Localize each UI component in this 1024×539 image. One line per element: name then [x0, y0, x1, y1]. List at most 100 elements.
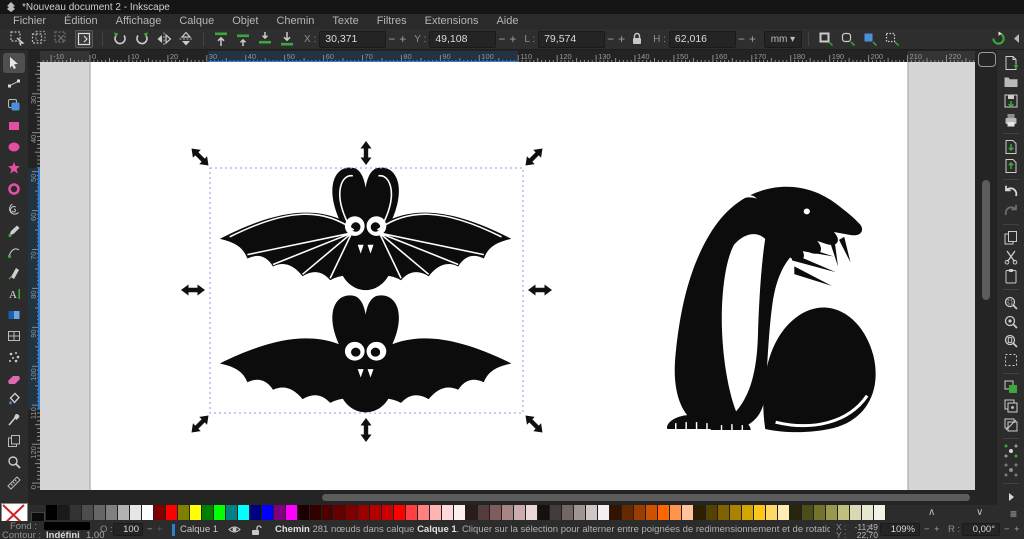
stroke-value[interactable]: Indéfini	[46, 530, 80, 539]
color-swatch-d9d9b3[interactable]	[850, 505, 862, 520]
rotate-90-cw-button[interactable]	[134, 31, 150, 47]
color-swatch-4d4d1a[interactable]	[802, 505, 814, 520]
drawing-canvas[interactable]	[40, 62, 975, 490]
y-field[interactable]: 49,108	[429, 31, 496, 48]
scale-corners-button[interactable]	[840, 31, 856, 47]
menu-calque[interactable]: Calque	[170, 14, 223, 29]
tool-star[interactable]	[3, 158, 25, 178]
color-swatch-ff6600[interactable]	[658, 505, 670, 520]
vertical-scrollbar-thumb[interactable]	[982, 180, 990, 300]
menu-chemin[interactable]: Chemin	[267, 14, 323, 29]
layer-visibility-icon[interactable]	[228, 524, 241, 538]
height-field[interactable]: 62,016	[669, 31, 736, 48]
rotation-field[interactable]: 0,00°	[962, 523, 1000, 536]
toggle-selection-cue-button[interactable]	[75, 30, 93, 48]
tool-dropper[interactable]	[3, 410, 25, 430]
zoom-field[interactable]: 109%	[880, 523, 920, 536]
color-swatch-d4a500[interactable]	[742, 505, 754, 520]
command-snap-bounding-box[interactable]	[1002, 443, 1020, 459]
raise-button[interactable]	[235, 31, 251, 47]
color-swatch-a68585[interactable]	[502, 505, 514, 520]
command-paste[interactable]	[1002, 268, 1020, 284]
current-layer-label[interactable]: Calque 1	[180, 524, 218, 535]
color-swatch-ffffff[interactable]	[142, 505, 154, 520]
color-swatch-26260d[interactable]	[790, 505, 802, 520]
tool-bezier-pen[interactable]	[3, 242, 25, 262]
command-copy[interactable]	[1002, 230, 1020, 246]
display-mode-icon[interactable]	[978, 52, 996, 67]
tool-mesh-gradient[interactable]	[3, 326, 25, 346]
flip-horizontal-button[interactable]	[156, 31, 172, 47]
command-open-document[interactable]	[1002, 74, 1020, 90]
x-decrement[interactable]: −	[388, 32, 395, 47]
menu-extensions[interactable]: Extensions	[416, 14, 488, 29]
color-swatch-b3b3b3[interactable]	[118, 505, 130, 520]
palette-menu-icon[interactable]: ≡	[1010, 507, 1017, 521]
color-swatch-171010[interactable]	[538, 505, 550, 520]
layer-lock-icon[interactable]	[250, 524, 262, 539]
color-swatch-bfbf80[interactable]	[838, 505, 850, 520]
command-zoom-to-selection[interactable]	[1002, 295, 1020, 311]
color-swatch-808080[interactable]	[106, 505, 118, 520]
color-swatch-ff8080[interactable]	[418, 505, 430, 520]
rotation-increment[interactable]: +	[1014, 524, 1020, 535]
command-redo[interactable]	[1002, 203, 1020, 219]
color-swatch-554200[interactable]	[706, 505, 718, 520]
height-decrement[interactable]: −	[738, 32, 745, 47]
scale-pattern-button[interactable]	[884, 31, 900, 47]
tool-spray[interactable]	[3, 347, 25, 367]
color-swatch-f5f0f0[interactable]	[598, 505, 610, 520]
y-decrement[interactable]: −	[498, 32, 505, 47]
color-swatch-e6e6e6[interactable]	[130, 505, 142, 520]
tool-pages[interactable]	[3, 431, 25, 451]
color-swatch-ffc299[interactable]	[682, 505, 694, 520]
x-increment[interactable]: +	[399, 32, 406, 47]
zoom-increment[interactable]: +	[934, 524, 940, 535]
tool-measure[interactable]	[3, 473, 25, 493]
color-swatch-333333[interactable]	[70, 505, 82, 520]
command-import[interactable]	[1002, 139, 1020, 155]
fill-color-swatch[interactable]	[44, 522, 90, 530]
color-swatch-993d00[interactable]	[634, 505, 646, 520]
scale-gradient-button[interactable]	[862, 31, 878, 47]
color-swatch-73732b[interactable]	[814, 505, 826, 520]
color-swatch-008080[interactable]	[226, 505, 238, 520]
tool-eraser[interactable]	[3, 368, 25, 388]
menu-aide[interactable]: Aide	[487, 14, 527, 29]
color-swatch-553b3b[interactable]	[478, 505, 490, 520]
color-swatch-ffff00[interactable]	[190, 505, 202, 520]
tool-rectangle[interactable]	[3, 116, 25, 136]
vertical-ruler[interactable]: 30405060708090100110120130	[28, 62, 40, 490]
command-create-clone[interactable]	[1002, 398, 1020, 414]
color-swatch-330000[interactable]	[310, 505, 322, 520]
command-unlink-clone[interactable]	[1002, 417, 1020, 433]
rotate-90-ccw-button[interactable]	[112, 31, 128, 47]
tool-gradient[interactable]	[3, 305, 25, 325]
tool-node-editor[interactable]	[3, 74, 25, 94]
refresh-icon[interactable]	[991, 31, 1006, 46]
color-swatch-736666[interactable]	[562, 505, 574, 520]
color-swatch-ccadad[interactable]	[514, 505, 526, 520]
command-cut[interactable]	[1002, 249, 1020, 265]
unit-dropdown[interactable]: mm ▾	[764, 31, 802, 48]
color-swatch-00ff00[interactable]	[214, 505, 226, 520]
command-snap-nodes[interactable]	[1002, 462, 1020, 478]
tool-pencil[interactable]	[3, 221, 25, 241]
tool-ellipse[interactable]	[3, 137, 25, 157]
tool-shape-builder[interactable]	[3, 95, 25, 115]
color-swatch-ff0000[interactable]	[394, 505, 406, 520]
color-swatch-805c5c[interactable]	[490, 505, 502, 520]
width-field[interactable]: 79,574	[538, 31, 605, 48]
color-swatch-990000[interactable]	[358, 505, 370, 520]
tool-box-3d[interactable]	[3, 179, 25, 199]
command-zoom-center-page[interactable]	[1002, 352, 1020, 368]
opacity-decrement[interactable]: −	[147, 524, 153, 535]
color-swatch-ead9d9[interactable]	[526, 505, 538, 520]
color-swatch-00ffff[interactable]	[238, 505, 250, 520]
flip-vertical-button[interactable]	[178, 31, 194, 47]
color-swatch-806300[interactable]	[718, 505, 730, 520]
color-swatch-4d0000[interactable]	[322, 505, 334, 520]
tool-spiral[interactable]	[3, 200, 25, 220]
color-swatch-808000[interactable]	[178, 505, 190, 520]
color-swatch-ff4040[interactable]	[406, 505, 418, 520]
